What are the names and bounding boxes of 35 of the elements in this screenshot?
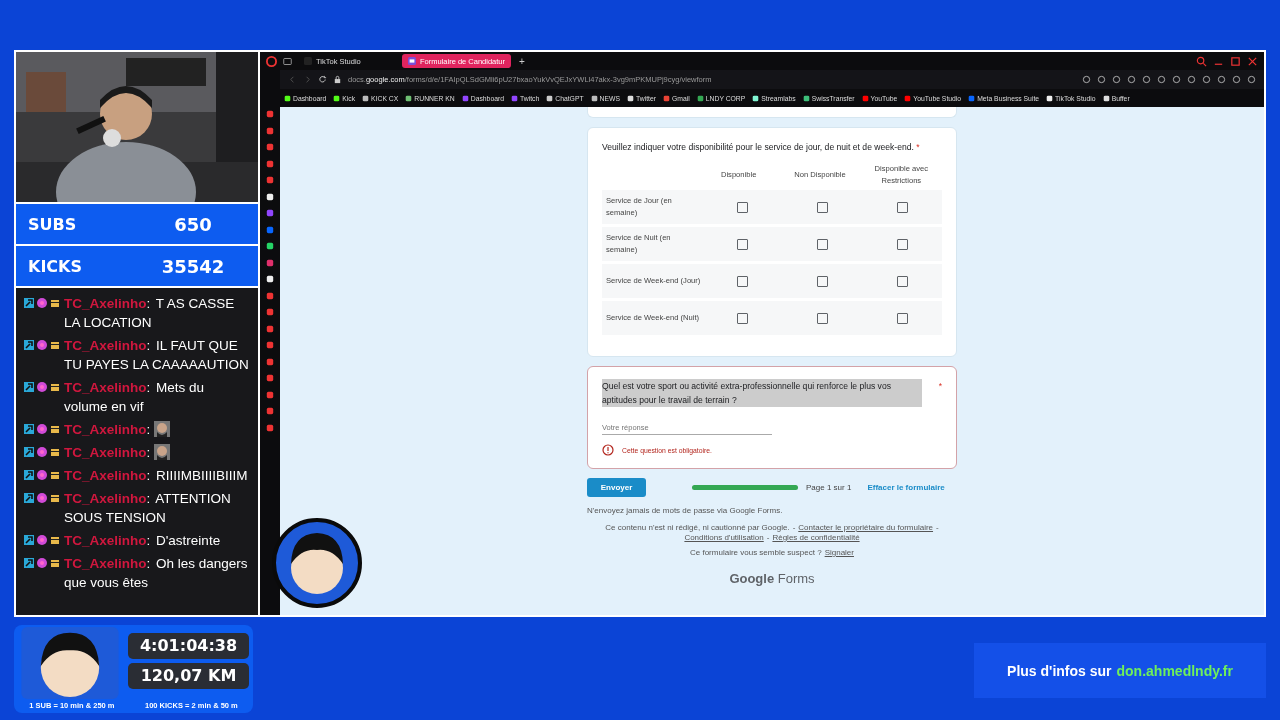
question-text: Veuillez indiquer votre disponibilité pour le service de jour, de nuit et de week-end. xyxy=(602,142,914,152)
new-tab-button[interactable]: + xyxy=(517,55,527,67)
footer-link[interactable]: Règles de confidentialité xyxy=(772,533,860,542)
disclaimer-text: Ce contenu n'est ni rédigé, ni cautionné par Google. xyxy=(605,523,790,532)
distance-value: 120,07 KM xyxy=(128,663,249,689)
required-mark: * xyxy=(938,380,942,393)
page-indicator: Page 1 sur 1 xyxy=(806,483,852,492)
password-note: N'envoyez jamais de mots de passe via Google Forms. xyxy=(587,506,784,515)
chat-message: TC_Axelinho: ATTENTION SOUS TENSION xyxy=(64,490,232,527)
chat-message: TC_Axelinho: RIIIIMBIIIIBIIIM xyxy=(64,467,248,485)
chat-message: TC_Axelinho: D'astreinte xyxy=(64,532,221,550)
counter-label: SUBS xyxy=(27,214,78,234)
required-mark: * xyxy=(916,142,920,152)
link-separator: - xyxy=(792,523,796,532)
link-separator: - xyxy=(766,533,770,542)
report-link[interactable]: Signaler xyxy=(824,548,854,557)
footer-link[interactable]: Conditions d'utilisation xyxy=(684,533,764,542)
timer-value: 4:01:04:38 xyxy=(128,633,249,659)
footer-link[interactable]: Contacter le propriétaire du formulaire xyxy=(798,523,934,532)
submit-button[interactable]: Envoyer xyxy=(587,478,646,497)
counter-label: KICKS xyxy=(27,256,83,276)
chat-message: TC_Axelinho: Oh les dangers que vous êtes xyxy=(64,555,249,592)
chat-message: TC_Axelinho: T AS CASSE LA LOCATION xyxy=(64,295,236,332)
google-forms-logo: Google Forms xyxy=(728,571,816,586)
counter-value: 35542 xyxy=(160,255,226,277)
banner-text: Plus d'infos sur xyxy=(1007,662,1112,679)
counter-value: 650 xyxy=(173,213,213,235)
chat-username: TC_Axelinho: xyxy=(64,421,152,439)
question-text: Quel est votre sport ou activité extra-professionnelle qui renforce le plus vos aptitudes pour le travail de terrain ? xyxy=(602,379,922,407)
link-separator: - xyxy=(936,523,939,532)
suspect-text: Ce formulaire vous semble suspect ? xyxy=(690,548,822,557)
banner-link[interactable]: don.ahmedlndy.fr xyxy=(1116,662,1233,679)
chat-message: TC_Axelinho: Mets du volume en vif xyxy=(64,379,206,416)
chat-username: TC_Axelinho: xyxy=(64,444,152,462)
chat-message: TC_Axelinho: IL FAUT QUE TU PAYES LA CAAAAAUTION xyxy=(64,337,250,374)
